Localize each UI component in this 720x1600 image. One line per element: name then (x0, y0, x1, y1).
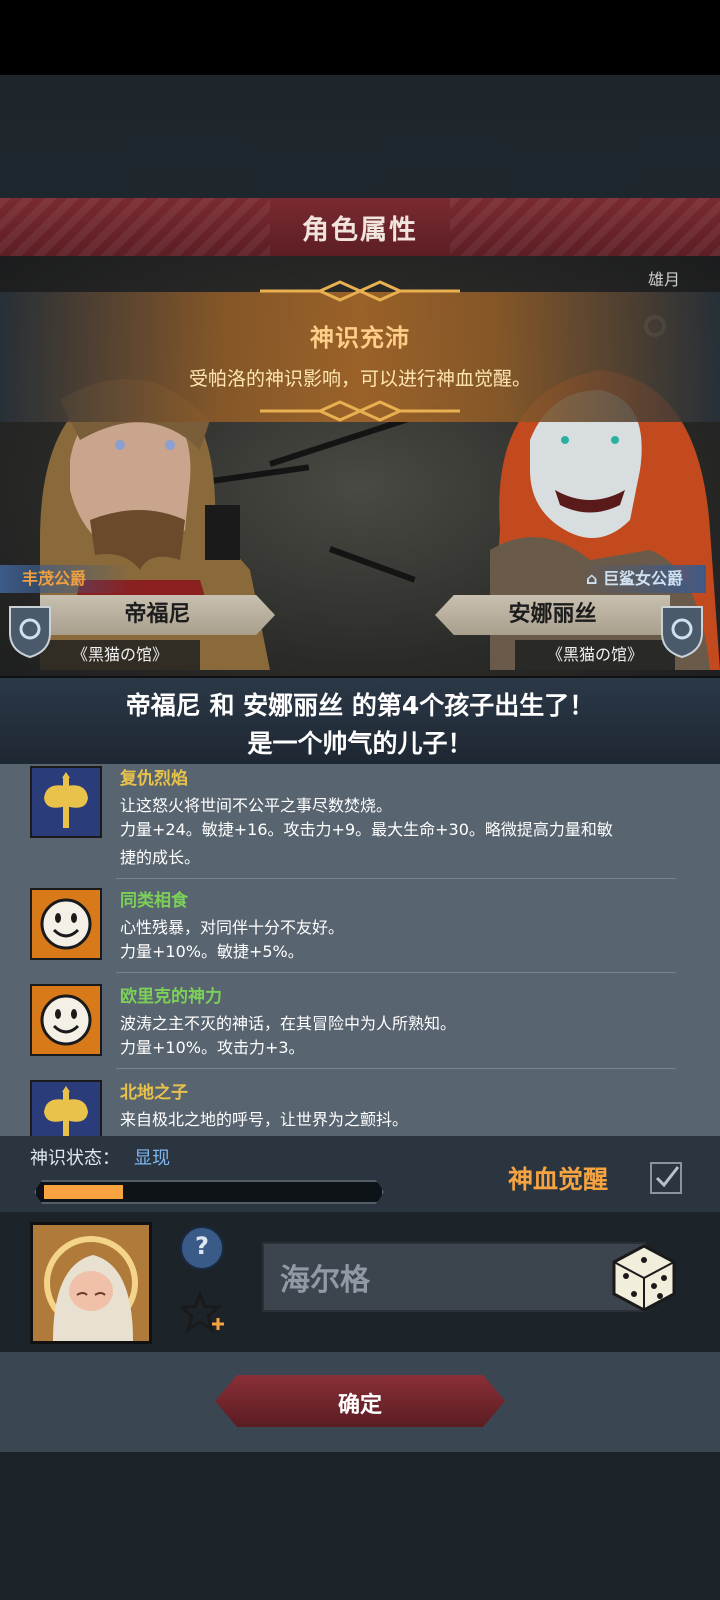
divider (116, 972, 676, 973)
ornament-top (260, 280, 460, 302)
trait-effect: 力量+10%。攻击力+3。 (120, 1038, 305, 1057)
trait-name: 复仇烈焰 (120, 769, 188, 789)
bottom-area (0, 1452, 720, 1600)
mother-rank-row: ⌂ 巨鲨女公爵 (580, 565, 706, 593)
banner-title: 神识充沛 (310, 324, 410, 352)
home-icon: ⌂ (586, 569, 598, 588)
awaken-label: 神血觉醒 (508, 1165, 609, 1194)
trait-list[interactable]: 复仇烈焰 让这怒火将世间不公平之事尽数焚烧。 力量+24。敏捷+16。攻击力+9… (0, 764, 720, 1136)
mother-rank: 巨鲨女公爵 (603, 569, 684, 588)
axe-icon (30, 1080, 102, 1136)
trait-desc: 来自极北之地的呼号，让世界为之颤抖。 (120, 1110, 409, 1129)
father-rank: 丰茂公爵 (0, 565, 132, 593)
banner-subtitle: 受帕洛的神识影响，可以进行神血觉醒。 (188, 368, 531, 390)
smiley-icon (30, 984, 102, 1056)
mother-shield-icon (661, 606, 703, 659)
status-value: 显现 (134, 1148, 170, 1169)
question-icon: ? (195, 1232, 209, 1260)
divider (116, 1068, 676, 1069)
father-shield-icon (9, 606, 51, 659)
divine-progress-bar (34, 1180, 384, 1204)
status-label: 神识状态： (30, 1148, 120, 1169)
progress-fill (44, 1185, 123, 1199)
trait-effect: 捷的成长。 (120, 848, 201, 867)
announcement-line-2: 是一个帅气的儿子！ (247, 729, 473, 758)
smiley-icon (30, 888, 102, 960)
star-add-icon[interactable] (180, 1290, 226, 1336)
axe-icon (30, 766, 102, 838)
child-name-field[interactable] (262, 1242, 646, 1312)
title-bar: 角色属性 (0, 198, 720, 258)
trait-effect: 力量+10%。敏捷+5%。 (120, 942, 304, 961)
announcement-line-1: 帝福尼 和 安娜丽丝 的第4个孩子出生了！ (125, 691, 595, 720)
top-black-bar (0, 0, 720, 75)
child-name-input[interactable] (278, 1252, 582, 1302)
divider (116, 878, 676, 879)
father-name-plate[interactable]: 帝福尼 (40, 595, 275, 635)
ornament-bottom (260, 400, 460, 422)
mother-name-plate[interactable]: 安娜丽丝 (435, 595, 670, 635)
corner-label: 雄月 (648, 270, 681, 289)
father-name: 帝福尼 (124, 602, 191, 627)
trait-desc: 波涛之主不灭的神话，在其冒险中为人所熟知。 (120, 1014, 457, 1033)
page-title: 角色属性 (302, 215, 418, 246)
help-button[interactable]: ? (180, 1226, 224, 1270)
trait-effect: 力量+24。敏捷+16。攻击力+9。最大生命+30。略微提高力量和敏 (120, 820, 613, 839)
trait-desc: 让这怒火将世间不公平之事尽数焚烧。 (120, 796, 393, 815)
confirm-button[interactable]: 确定 (215, 1375, 505, 1427)
father-house: 《黑猫の馆》 (40, 640, 200, 670)
trait-name: 同类相食 (120, 891, 188, 911)
trait-desc: 心性残暴，对同伴十分不友好。 (120, 918, 345, 937)
awaken-checkbox[interactable] (650, 1162, 682, 1194)
baby-avatar (30, 1222, 152, 1344)
mother-name: 安娜丽丝 (508, 602, 597, 627)
dice-icon[interactable] (604, 1238, 680, 1314)
trait-name: 北地之子 (120, 1083, 188, 1103)
trait-name: 欧里克的神力 (120, 987, 222, 1007)
mother-house: 《黑猫の馆》 (515, 640, 675, 670)
map-path (328, 546, 416, 583)
confirm-label: 确定 (337, 1392, 382, 1417)
birth-announcement: 帝福尼 和 安娜丽丝 的第4个孩子出生了！ 是一个帅气的儿子！ (0, 676, 720, 766)
